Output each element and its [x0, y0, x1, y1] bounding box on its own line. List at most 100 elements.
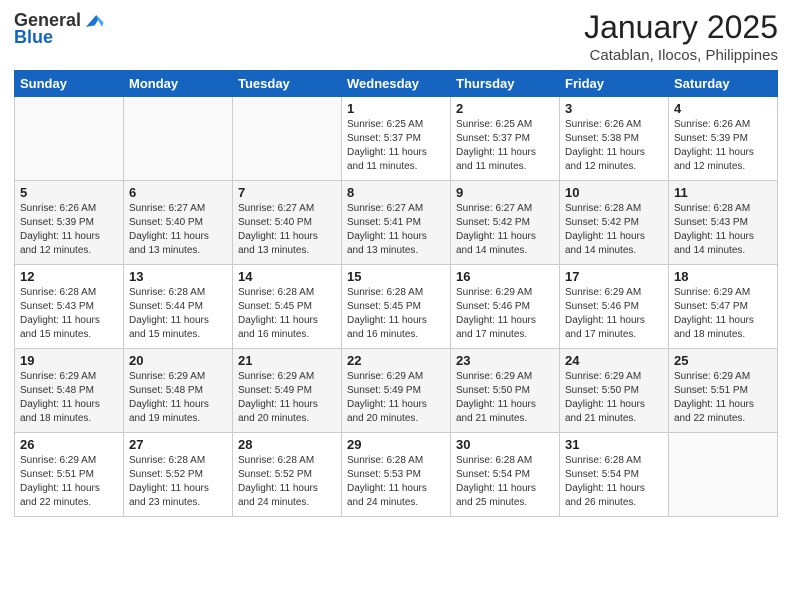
- calendar-cell: 29 Sunrise: 6:28 AMSunset: 5:53 PMDayligh…: [342, 433, 451, 517]
- day-number: 17: [565, 269, 663, 284]
- day-detail: Sunrise: 6:29 AMSunset: 5:49 PMDaylight:…: [347, 370, 445, 426]
- day-number: 18: [674, 269, 772, 284]
- calendar-cell: 9 Sunrise: 6:27 AMSunset: 5:42 PMDaylight…: [451, 181, 560, 265]
- day-number: 19: [20, 353, 118, 368]
- calendar-cell: 3Sunrise: 6:26 AMSunset: 5:38 PMDaylight…: [560, 97, 669, 181]
- day-number: 29: [347, 437, 445, 452]
- logo: General Blue: [14, 10, 105, 48]
- calendar-cell: 20Sunrise: 6:29 AMSunset: 5:48 PMDayligh…: [124, 349, 233, 433]
- day-number: 25: [674, 353, 772, 368]
- calendar-page: General Blue January 2025 Catablan, Iloc…: [0, 0, 792, 612]
- calendar-week-3: 19 Sunrise: 6:29 AMSunset: 5:48 PMDayligh…: [15, 349, 778, 433]
- day-number: 9: [456, 185, 554, 200]
- day-number: 30: [456, 437, 554, 452]
- calendar-cell: 25 Sunrise: 6:29 AMSunset: 5:51 PMDayligh…: [669, 349, 778, 433]
- calendar-cell: 2 Sunrise: 6:25 AMSunset: 5:37 PMDaylight…: [451, 97, 560, 181]
- header-tuesday: Tuesday: [233, 71, 342, 97]
- header-friday: Friday: [560, 71, 669, 97]
- day-number: 13: [129, 269, 227, 284]
- day-detail: Sunrise: 6:29 AMSunset: 5:51 PMDaylight:…: [674, 370, 772, 426]
- day-detail: Sunrise: 6:29 AMSunset: 5:51 PMDaylight:…: [20, 454, 118, 510]
- day-number: 6: [129, 185, 227, 200]
- day-detail: Sunrise: 6:28 AMSunset: 5:42 PMDaylight:…: [565, 202, 663, 258]
- calendar-cell: 28 Sunrise: 6:28 AMSunset: 5:52 PMDayligh…: [233, 433, 342, 517]
- location-title: Catablan, Ilocos, Philippines: [584, 47, 778, 64]
- calendar-cell: [124, 97, 233, 181]
- calendar-cell: 8 Sunrise: 6:27 AMSunset: 5:41 PMDaylight…: [342, 181, 451, 265]
- weekday-header-row: Sunday Monday Tuesday Wednesday Thursday…: [15, 71, 778, 97]
- calendar-cell: 14Sunrise: 6:28 AMSunset: 5:45 PMDayligh…: [233, 265, 342, 349]
- calendar-week-0: 1 Sunrise: 6:25 AMSunset: 5:37 PMDaylight…: [15, 97, 778, 181]
- day-detail: Sunrise: 6:27 AMSunset: 5:41 PMDaylight:…: [347, 202, 445, 258]
- header-thursday: Thursday: [451, 71, 560, 97]
- day-detail: Sunrise: 6:25 AMSunset: 5:37 PMDaylight:…: [347, 118, 445, 174]
- calendar-cell: 16Sunrise: 6:29 AMSunset: 5:46 PMDayligh…: [451, 265, 560, 349]
- calendar-cell: 23 Sunrise: 6:29 AMSunset: 5:50 PMDayligh…: [451, 349, 560, 433]
- day-detail: Sunrise: 6:26 AMSunset: 5:39 PMDaylight:…: [20, 202, 118, 258]
- calendar-cell: 12Sunrise: 6:28 AMSunset: 5:43 PMDayligh…: [15, 265, 124, 349]
- header-monday: Monday: [124, 71, 233, 97]
- calendar-cell: 30Sunrise: 6:28 AMSunset: 5:54 PMDayligh…: [451, 433, 560, 517]
- calendar-cell: 31Sunrise: 6:28 AMSunset: 5:54 PMDayligh…: [560, 433, 669, 517]
- day-detail: Sunrise: 6:28 AMSunset: 5:44 PMDaylight:…: [129, 286, 227, 342]
- calendar-cell: 15Sunrise: 6:28 AMSunset: 5:45 PMDayligh…: [342, 265, 451, 349]
- calendar-cell: 24 Sunrise: 6:29 AMSunset: 5:50 PMDayligh…: [560, 349, 669, 433]
- day-detail: Sunrise: 6:27 AMSunset: 5:40 PMDaylight:…: [238, 202, 336, 258]
- calendar-table: Sunday Monday Tuesday Wednesday Thursday…: [14, 70, 778, 517]
- day-number: 12: [20, 269, 118, 284]
- day-number: 11: [674, 185, 772, 200]
- calendar-week-2: 12Sunrise: 6:28 AMSunset: 5:43 PMDayligh…: [15, 265, 778, 349]
- day-number: 26: [20, 437, 118, 452]
- day-detail: Sunrise: 6:28 AMSunset: 5:52 PMDaylight:…: [238, 454, 336, 510]
- day-detail: Sunrise: 6:28 AMSunset: 5:54 PMDaylight:…: [565, 454, 663, 510]
- calendar-cell: [669, 433, 778, 517]
- day-number: 22: [347, 353, 445, 368]
- calendar-cell: 17 Sunrise: 6:29 AMSunset: 5:46 PMDayligh…: [560, 265, 669, 349]
- day-detail: Sunrise: 6:29 AMSunset: 5:49 PMDaylight:…: [238, 370, 336, 426]
- calendar-cell: [233, 97, 342, 181]
- header-saturday: Saturday: [669, 71, 778, 97]
- day-number: 4: [674, 101, 772, 116]
- calendar-cell: 11Sunrise: 6:28 AMSunset: 5:43 PMDayligh…: [669, 181, 778, 265]
- calendar-week-1: 5Sunrise: 6:26 AMSunset: 5:39 PMDaylight…: [15, 181, 778, 265]
- day-detail: Sunrise: 6:28 AMSunset: 5:45 PMDaylight:…: [238, 286, 336, 342]
- header-sunday: Sunday: [15, 71, 124, 97]
- calendar-cell: 27Sunrise: 6:28 AMSunset: 5:52 PMDayligh…: [124, 433, 233, 517]
- calendar-cell: 4Sunrise: 6:26 AMSunset: 5:39 PMDaylight…: [669, 97, 778, 181]
- day-detail: Sunrise: 6:27 AMSunset: 5:42 PMDaylight:…: [456, 202, 554, 258]
- day-number: 27: [129, 437, 227, 452]
- day-detail: Sunrise: 6:29 AMSunset: 5:48 PMDaylight:…: [20, 370, 118, 426]
- calendar-cell: 7 Sunrise: 6:27 AMSunset: 5:40 PMDaylight…: [233, 181, 342, 265]
- day-detail: Sunrise: 6:29 AMSunset: 5:46 PMDaylight:…: [565, 286, 663, 342]
- day-detail: Sunrise: 6:27 AMSunset: 5:40 PMDaylight:…: [129, 202, 227, 258]
- calendar-cell: [15, 97, 124, 181]
- day-number: 20: [129, 353, 227, 368]
- logo-icon: [83, 10, 105, 32]
- logo-blue-text: Blue: [14, 28, 53, 48]
- day-number: 16: [456, 269, 554, 284]
- day-detail: Sunrise: 6:29 AMSunset: 5:47 PMDaylight:…: [674, 286, 772, 342]
- calendar-week-4: 26 Sunrise: 6:29 AMSunset: 5:51 PMDayligh…: [15, 433, 778, 517]
- day-number: 1: [347, 101, 445, 116]
- day-detail: Sunrise: 6:28 AMSunset: 5:45 PMDaylight:…: [347, 286, 445, 342]
- day-number: 21: [238, 353, 336, 368]
- day-number: 7: [238, 185, 336, 200]
- calendar-cell: 26 Sunrise: 6:29 AMSunset: 5:51 PMDayligh…: [15, 433, 124, 517]
- header-wednesday: Wednesday: [342, 71, 451, 97]
- day-detail: Sunrise: 6:26 AMSunset: 5:38 PMDaylight:…: [565, 118, 663, 174]
- day-detail: Sunrise: 6:28 AMSunset: 5:53 PMDaylight:…: [347, 454, 445, 510]
- day-detail: Sunrise: 6:25 AMSunset: 5:37 PMDaylight:…: [456, 118, 554, 174]
- day-detail: Sunrise: 6:29 AMSunset: 5:50 PMDaylight:…: [565, 370, 663, 426]
- calendar-cell: 13 Sunrise: 6:28 AMSunset: 5:44 PMDayligh…: [124, 265, 233, 349]
- day-detail: Sunrise: 6:29 AMSunset: 5:50 PMDaylight:…: [456, 370, 554, 426]
- day-number: 23: [456, 353, 554, 368]
- day-number: 24: [565, 353, 663, 368]
- day-number: 8: [347, 185, 445, 200]
- calendar-cell: 6 Sunrise: 6:27 AMSunset: 5:40 PMDaylight…: [124, 181, 233, 265]
- day-number: 28: [238, 437, 336, 452]
- calendar-cell: 1 Sunrise: 6:25 AMSunset: 5:37 PMDaylight…: [342, 97, 451, 181]
- calendar-cell: 21 Sunrise: 6:29 AMSunset: 5:49 PMDayligh…: [233, 349, 342, 433]
- title-block: January 2025 Catablan, Ilocos, Philippin…: [584, 10, 778, 64]
- calendar-cell: 10Sunrise: 6:28 AMSunset: 5:42 PMDayligh…: [560, 181, 669, 265]
- day-number: 2: [456, 101, 554, 116]
